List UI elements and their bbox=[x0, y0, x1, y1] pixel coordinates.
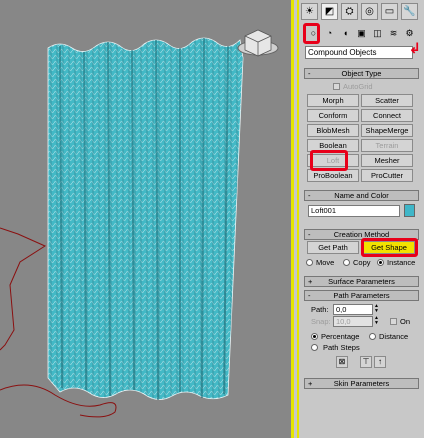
command-panel: ☀ ◩ ⛭ ◎ ▭ 🔧 ○ ◔ ◖ ▣ ◫ ≋ ⚙ Compound Objec… bbox=[297, 0, 424, 438]
cameras-icon: ▣ bbox=[357, 27, 366, 38]
conform-button[interactable]: Conform bbox=[307, 109, 359, 122]
get-shape-highlight bbox=[361, 238, 418, 257]
perspective-viewport[interactable] bbox=[0, 0, 294, 438]
arrow-up-icon: ⊤ bbox=[362, 357, 370, 366]
surface-parameters-title: Surface Parameters bbox=[328, 277, 395, 286]
instance-label: Instance bbox=[387, 258, 416, 267]
move-label: Move bbox=[316, 258, 335, 267]
path-steps-radio[interactable] bbox=[311, 344, 318, 351]
snap-on-label: On bbox=[400, 317, 411, 326]
helpers-icon: ◫ bbox=[373, 27, 382, 38]
snap-spinner[interactable]: ▲ ▼ bbox=[374, 316, 379, 327]
skin-parameters-title: Skin Parameters bbox=[333, 379, 390, 388]
skin-parameters-rollout[interactable]: + Skin Parameters bbox=[304, 378, 419, 389]
object-type-rollout[interactable]: - Object Type bbox=[304, 68, 419, 79]
lights-icon: ◖ bbox=[342, 28, 349, 38]
path-parameters-rollout[interactable]: - Path Parameters bbox=[304, 290, 419, 301]
loft-highlight bbox=[310, 150, 348, 171]
copy-label: Copy bbox=[353, 258, 371, 267]
distance-label: Distance bbox=[379, 332, 409, 341]
category-dropdown[interactable]: Compound Objects bbox=[305, 46, 413, 59]
move-radio[interactable] bbox=[306, 259, 313, 266]
annotation-arrow-icon: ↲ bbox=[409, 40, 421, 56]
path-steps-label: Path Steps bbox=[323, 343, 360, 352]
instance-radio[interactable] bbox=[377, 259, 384, 266]
shapemerge-button[interactable]: ShapeMerge bbox=[361, 124, 413, 137]
object-name-input[interactable]: Loft001 bbox=[308, 205, 400, 217]
category-dropdown-value: Compound Objects bbox=[308, 48, 377, 57]
utilities-tab[interactable]: 🔧 bbox=[401, 3, 418, 20]
path-input[interactable]: 0,0 bbox=[333, 304, 373, 315]
path-parameters-title: Path Parameters bbox=[333, 291, 390, 300]
morph-button[interactable]: Morph bbox=[307, 94, 359, 107]
arrow-down-icon: ↑ bbox=[378, 357, 382, 366]
autogrid-label: AutoGrid bbox=[343, 82, 373, 91]
command-panel-tabs: ☀ ◩ ⛭ ◎ ▭ 🔧 bbox=[301, 2, 423, 22]
hierarchy-tab[interactable]: ⛭ bbox=[341, 3, 358, 20]
spline-shape bbox=[0, 227, 47, 351]
surface-parameters-rollout[interactable]: + Surface Parameters bbox=[304, 276, 419, 287]
snap-on-checkbox[interactable] bbox=[390, 318, 397, 325]
sun-icon: ☀ bbox=[305, 6, 314, 17]
object-color-swatch[interactable] bbox=[404, 204, 415, 217]
get-path-button[interactable]: Get Path bbox=[307, 241, 359, 254]
modify-icon: ◩ bbox=[324, 6, 335, 17]
snap-input[interactable]: 10,0 bbox=[333, 316, 373, 327]
viewport-scene bbox=[0, 29, 279, 418]
utilities-icon: 🔧 bbox=[403, 6, 416, 17]
blobmesh-button[interactable]: BlobMesh bbox=[307, 124, 359, 137]
systems-icon: ⚙ bbox=[405, 27, 414, 38]
snap-label: Snap: bbox=[311, 317, 331, 326]
path-spinner[interactable]: ▲ ▼ bbox=[374, 304, 379, 315]
geometry-highlight bbox=[303, 23, 320, 44]
create-tab[interactable]: ☀ bbox=[301, 3, 318, 20]
name-and-color-rollout[interactable]: - Name and Color bbox=[304, 190, 419, 201]
autogrid-checkbox[interactable] bbox=[333, 83, 340, 90]
shapes-icon: ◔ bbox=[326, 28, 333, 38]
path-label: Path: bbox=[311, 305, 329, 314]
viewcube-icon bbox=[237, 29, 279, 57]
display-tab[interactable]: ▭ bbox=[381, 3, 398, 20]
copy-radio[interactable] bbox=[343, 259, 350, 266]
name-and-color-title: Name and Color bbox=[334, 191, 389, 200]
shapes-button[interactable]: ◔ bbox=[323, 26, 336, 40]
scatter-button[interactable]: Scatter bbox=[361, 94, 413, 107]
percentage-label: Percentage bbox=[321, 332, 360, 341]
connect-button[interactable]: Connect bbox=[361, 109, 413, 122]
percentage-radio[interactable] bbox=[311, 333, 318, 340]
pick-shape-button[interactable]: ⊠ bbox=[336, 356, 348, 368]
spacewarps-button[interactable]: ≋ bbox=[387, 26, 400, 40]
distance-radio[interactable] bbox=[369, 333, 376, 340]
motion-tab[interactable]: ◎ bbox=[361, 3, 378, 20]
lights-button[interactable]: ◖ bbox=[339, 26, 352, 40]
next-shape-button[interactable]: ↑ bbox=[374, 356, 386, 368]
motion-icon: ◎ bbox=[365, 6, 374, 17]
mesher-button[interactable]: Mesher bbox=[361, 154, 413, 167]
display-icon: ▭ bbox=[384, 6, 395, 17]
helpers-button[interactable]: ◫ bbox=[371, 26, 384, 40]
object-type-title: Object Type bbox=[341, 69, 382, 78]
pick-shape-icon: ⊠ bbox=[338, 357, 346, 366]
terrain-button[interactable]: Terrain bbox=[361, 139, 413, 152]
modify-tab[interactable]: ◩ bbox=[321, 3, 338, 20]
hierarchy-icon: ⛭ bbox=[345, 6, 354, 17]
procutter-button[interactable]: ProCutter bbox=[361, 169, 413, 182]
spacewarps-icon: ≋ bbox=[389, 27, 398, 38]
systems-button[interactable]: ⚙ bbox=[403, 26, 416, 40]
cameras-button[interactable]: ▣ bbox=[355, 26, 368, 40]
previous-shape-button[interactable]: ⊤ bbox=[360, 356, 372, 368]
